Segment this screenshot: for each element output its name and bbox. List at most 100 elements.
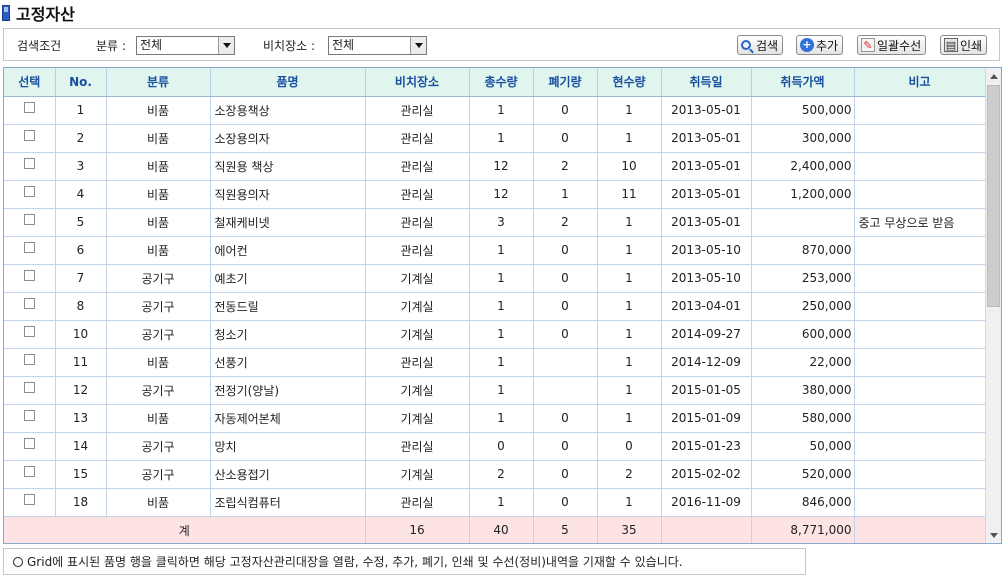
row-checkbox[interactable]: [23, 158, 35, 169]
cell-category: 비품: [106, 180, 211, 209]
table-row[interactable]: 6 비품 에어컨 관리실 1 0 1 2013-05-10 870,000: [4, 236, 986, 265]
table-row[interactable]: 1 비품 소장용책상 관리실 1 0 1 2013-05-01 500,000: [4, 96, 986, 125]
column-header-date[interactable]: 취득일: [661, 68, 752, 97]
cell-name[interactable]: 소장용의자: [210, 124, 366, 153]
column-header-current[interactable]: 현수량: [597, 68, 662, 97]
table-row[interactable]: 14 공기구 망치 관리실 0 0 0 2015-01-23 50,000: [4, 432, 986, 461]
cell-disposed: 0: [533, 292, 598, 321]
table-row[interactable]: 13 비품 자동제어본체 기계실 1 0 1 2015-01-09 580,000: [4, 404, 986, 433]
cell-no: 2: [55, 124, 107, 153]
table-row[interactable]: 4 비품 직원용의자 관리실 12 1 11 2013-05-01 1,200,000: [4, 180, 986, 209]
cell-name[interactable]: 철재케비넷: [210, 208, 366, 237]
cell-name[interactable]: 망치: [210, 432, 366, 461]
row-checkbox[interactable]: [23, 242, 35, 253]
cell-name[interactable]: 청소기: [210, 320, 366, 349]
row-checkbox[interactable]: [23, 410, 35, 421]
cell-total: 1: [469, 124, 534, 153]
column-header-no[interactable]: No.: [55, 68, 107, 97]
table-row[interactable]: 10 공기구 청소기 기계실 1 0 1 2014-09-27 600,000: [4, 320, 986, 349]
category-select[interactable]: 전체: [136, 36, 235, 55]
column-header-location[interactable]: 비치장소: [365, 68, 470, 97]
print-button[interactable]: ▤ 인쇄: [940, 35, 988, 55]
cell-select: [4, 376, 56, 405]
column-header-category[interactable]: 분류: [106, 68, 211, 97]
column-header-note[interactable]: 비고: [854, 68, 986, 97]
cell-name[interactable]: 산소용접기: [210, 460, 366, 489]
cell-name[interactable]: 소장용책상: [210, 96, 366, 125]
row-checkbox[interactable]: [23, 382, 35, 393]
cell-date: 2015-01-09: [661, 404, 752, 433]
row-checkbox[interactable]: [23, 438, 35, 449]
chevron-down-icon[interactable]: [218, 37, 234, 54]
row-checkbox[interactable]: [23, 298, 35, 309]
column-header-name[interactable]: 품명: [210, 68, 366, 97]
cell-category: 공기구: [106, 376, 211, 405]
table-row[interactable]: 11 비품 선풍기 관리실 1 1 2014-12-09 22,000: [4, 348, 986, 377]
table-row[interactable]: 7 공기구 예초기 기계실 1 0 1 2013-05-10 253,000: [4, 264, 986, 293]
cell-select: [4, 348, 56, 377]
search-condition-label: 검색조건: [17, 39, 62, 53]
cell-disposed: 0: [533, 264, 598, 293]
cell-location: 관리실: [365, 348, 470, 377]
cell-date: 2013-05-10: [661, 264, 752, 293]
add-button[interactable]: + 추가: [796, 35, 844, 55]
cell-select: [4, 320, 56, 349]
row-checkbox[interactable]: [23, 326, 35, 337]
table-row[interactable]: 3 비품 직원용 책상 관리실 12 2 10 2013-05-01 2,400,000: [4, 152, 986, 181]
cell-disposed: 0: [533, 320, 598, 349]
cell-total: 1: [469, 264, 534, 293]
table-row[interactable]: 18 비품 조립식컴퓨터 관리실 1 0 1 2016-11-09 846,000: [4, 488, 986, 517]
scroll-up-icon[interactable]: [986, 68, 1001, 84]
table-row[interactable]: 15 공기구 산소용접기 기계실 2 0 2 2015-02-02 520,000: [4, 460, 986, 489]
cell-current: 11: [597, 180, 662, 209]
table-row[interactable]: 5 비품 철재케비넷 관리실 3 2 1 2013-05-01 중고 무상으로 받음: [4, 208, 986, 237]
cell-category: 비품: [106, 124, 211, 153]
totals-disposed-qty: 5: [533, 516, 598, 543]
cell-price: [751, 208, 855, 237]
cell-name[interactable]: 에어컨: [210, 236, 366, 265]
cell-name[interactable]: 직원용 책상: [210, 152, 366, 181]
cell-select: [4, 264, 56, 293]
column-header-disposed[interactable]: 폐기량: [533, 68, 598, 97]
table-row[interactable]: 8 공기구 전동드릴 기계실 1 0 1 2013-04-01 250,000: [4, 292, 986, 321]
cell-name[interactable]: 자동제어본체: [210, 404, 366, 433]
cell-disposed: 0: [533, 124, 598, 153]
search-button[interactable]: 검색: [737, 35, 784, 55]
cell-name[interactable]: 전정기(양날): [210, 376, 366, 405]
cell-price: 846,000: [751, 488, 855, 517]
cell-disposed: 0: [533, 432, 598, 461]
location-select[interactable]: 전체: [328, 36, 427, 55]
cell-category: 비품: [106, 208, 211, 237]
cell-name[interactable]: 선풍기: [210, 348, 366, 377]
cell-total: 1: [469, 404, 534, 433]
cell-name[interactable]: 예초기: [210, 264, 366, 293]
row-checkbox[interactable]: [23, 494, 35, 505]
cell-location: 관리실: [365, 432, 470, 461]
cell-note: [854, 292, 986, 321]
cell-price: 500,000: [751, 96, 855, 125]
column-header-select[interactable]: 선택: [4, 68, 56, 97]
chevron-down-icon[interactable]: [410, 37, 426, 54]
table-row[interactable]: 12 공기구 전정기(양날) 기계실 1 1 2015-01-05 380,000: [4, 376, 986, 405]
cell-note: [854, 348, 986, 377]
column-header-total[interactable]: 총수량: [469, 68, 534, 97]
scrollbar-thumb[interactable]: [987, 85, 1000, 307]
column-header-price[interactable]: 취득가액: [751, 68, 855, 97]
row-checkbox[interactable]: [23, 466, 35, 477]
table-row[interactable]: 2 비품 소장용의자 관리실 1 0 1 2013-05-01 300,000: [4, 124, 986, 153]
row-checkbox[interactable]: [23, 102, 35, 113]
row-checkbox[interactable]: [23, 214, 35, 225]
bulk-edit-button[interactable]: ✎ 일괄수선: [857, 35, 927, 55]
row-checkbox[interactable]: [23, 270, 35, 281]
cell-name[interactable]: 전동드릴: [210, 292, 366, 321]
row-checkbox[interactable]: [23, 354, 35, 365]
cell-name[interactable]: 조립식컴퓨터: [210, 488, 366, 517]
scroll-down-icon[interactable]: [986, 527, 1001, 543]
cell-name[interactable]: 직원용의자: [210, 180, 366, 209]
row-checkbox[interactable]: [23, 130, 35, 141]
cell-current: 1: [597, 124, 662, 153]
cell-date: 2013-05-01: [661, 96, 752, 125]
grid-scrollbar[interactable]: [985, 68, 1001, 543]
search-icon: [741, 40, 751, 50]
row-checkbox[interactable]: [23, 186, 35, 197]
